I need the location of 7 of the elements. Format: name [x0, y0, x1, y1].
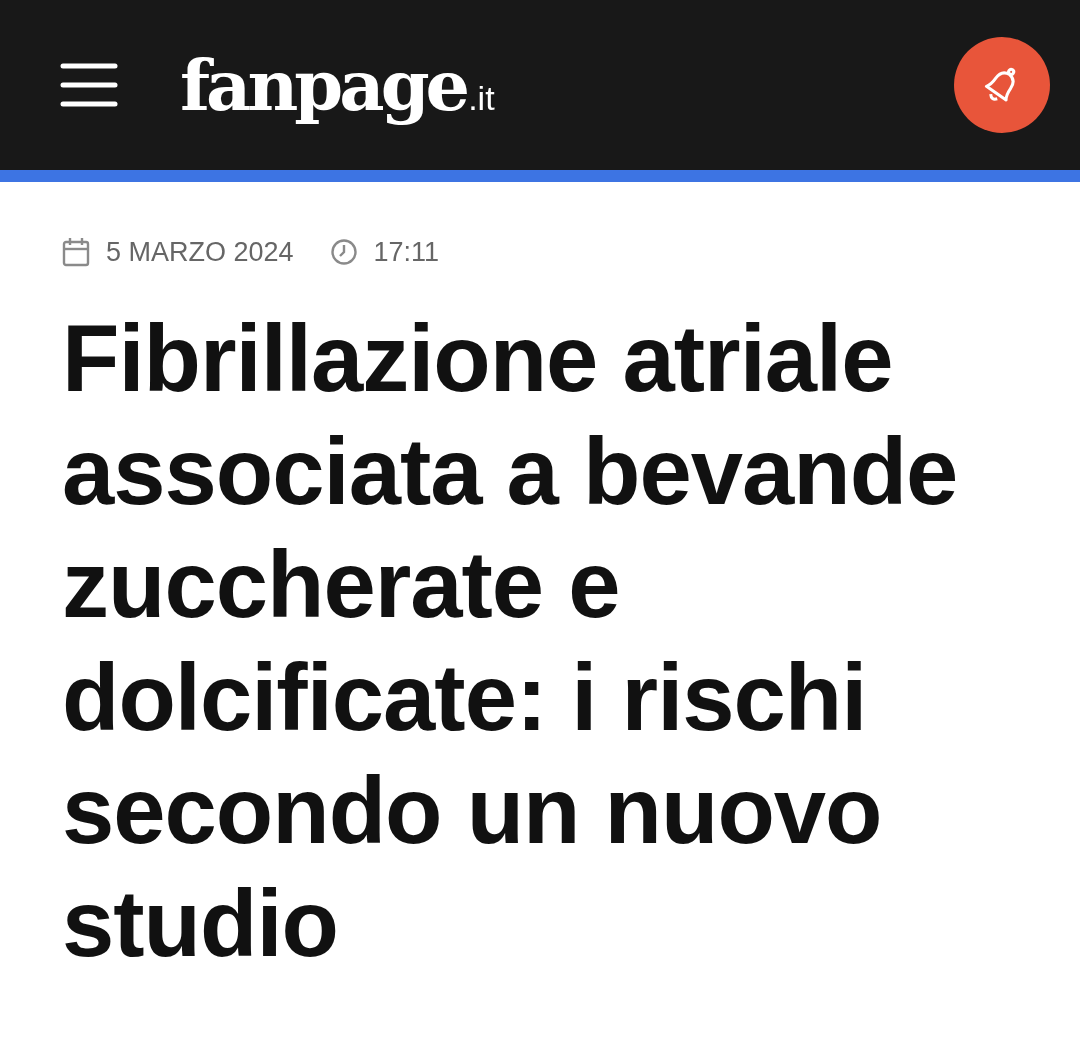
- clock-icon: [329, 238, 358, 266]
- site-logo[interactable]: fanpage.it: [180, 43, 495, 127]
- article-date: 5 MARZO 2024: [106, 236, 294, 268]
- calendar-icon: [62, 237, 90, 267]
- article-time: 17:11: [373, 236, 440, 268]
- article-title: Fibrillazione atriale associata a bevande zuccherate e dolcificate: i rischi secondo un nuovo studio: [62, 305, 959, 978]
- menu-icon[interactable]: [60, 62, 118, 108]
